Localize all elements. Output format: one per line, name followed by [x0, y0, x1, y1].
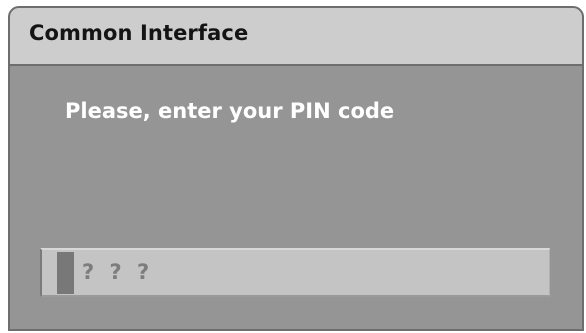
common-interface-dialog: Common Interface Please, enter your PIN …: [8, 6, 584, 331]
input-cursor: [57, 252, 74, 294]
pin-code-input[interactable]: ? ? ?: [40, 248, 550, 297]
pin-prompt-text: Please, enter your PIN code: [65, 99, 395, 123]
dialog-title: Common Interface: [29, 21, 249, 45]
dialog-title-bar: Common Interface: [8, 6, 584, 66]
pin-code-value: ? ? ?: [82, 260, 154, 284]
dialog-body: Please, enter your PIN code ? ? ?: [8, 66, 584, 331]
